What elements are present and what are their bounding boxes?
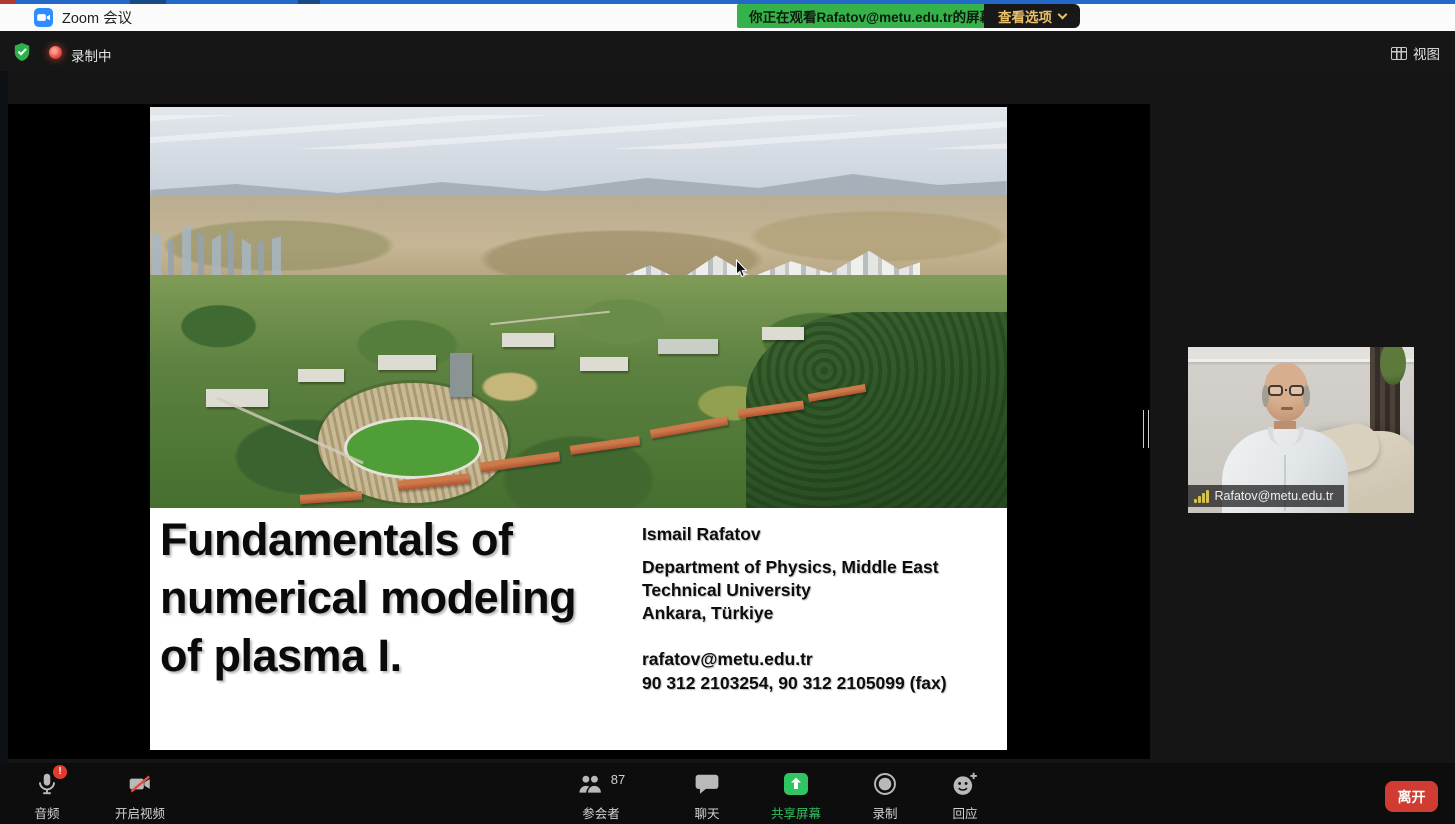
view-options-button[interactable]: 查看选项 bbox=[984, 4, 1080, 28]
share-screen-button[interactable]: 共享屏幕 bbox=[771, 769, 821, 822]
left-edge-strip bbox=[0, 71, 8, 763]
record-button[interactable]: 录制 bbox=[872, 769, 898, 822]
participants-icon bbox=[577, 772, 607, 796]
photo-building bbox=[762, 327, 804, 340]
meeting-menu-bar bbox=[0, 31, 1455, 71]
panel-resize-handle[interactable] bbox=[1143, 410, 1149, 448]
recording-indicator-icon[interactable] bbox=[49, 46, 62, 59]
glasses-lens bbox=[1268, 385, 1283, 396]
leave-meeting-button[interactable]: 离开 bbox=[1385, 781, 1438, 812]
glasses-bridge bbox=[1285, 389, 1287, 391]
watching-banner-text: 你正在观看Rafatov@metu.edu.tr的屏幕 bbox=[749, 6, 993, 26]
chat-bubble-icon bbox=[694, 772, 720, 796]
record-icon bbox=[872, 771, 898, 797]
slide-title-line: of plasma I. bbox=[160, 627, 630, 685]
zoom-meeting-window: Zoom 会议 你正在观看Rafatov@metu.edu.tr的屏幕 查看选项… bbox=[0, 0, 1455, 824]
chat-button[interactable]: 聊天 bbox=[694, 769, 720, 822]
photo-tower-building bbox=[450, 353, 472, 397]
webcam-shirt-collar bbox=[1268, 427, 1304, 445]
participant-name-label: Rafatov@metu.edu.tr bbox=[1188, 485, 1344, 507]
reactions-button[interactable]: 回应 bbox=[951, 769, 979, 822]
meeting-toolbar: ! 音频 开启视频 87 bbox=[0, 763, 1455, 824]
grid-view-icon bbox=[1391, 47, 1407, 60]
affiliation-line: Ankara, Türkiye bbox=[642, 602, 1002, 625]
photo-building bbox=[502, 333, 554, 347]
participant-name: Rafatov@metu.edu.tr bbox=[1215, 489, 1334, 503]
slide-title-line: numerical modeling bbox=[160, 569, 630, 627]
slide-author-block: Ismail Rafatov Department of Physics, Mi… bbox=[642, 523, 1002, 695]
participants-count: 87 bbox=[611, 772, 625, 787]
photo-building bbox=[580, 357, 628, 371]
affiliation-line: Department of Physics, Middle East bbox=[642, 556, 1002, 579]
webcam-person-glasses bbox=[1268, 385, 1304, 397]
meeting-content-area: Fundamentals of numerical modeling of pl… bbox=[0, 71, 1455, 763]
security-shield-icon[interactable] bbox=[13, 42, 31, 62]
audio-button[interactable]: ! 音频 bbox=[34, 769, 60, 822]
webcam-person-mouth bbox=[1281, 407, 1293, 410]
share-screen-icon bbox=[783, 772, 809, 796]
view-options-label: 查看选项 bbox=[998, 6, 1052, 26]
chat-label: 聊天 bbox=[694, 803, 719, 822]
start-video-button[interactable]: 开启视频 bbox=[115, 769, 165, 822]
record-label: 录制 bbox=[872, 803, 897, 822]
author-phone: 90 312 2103254, 90 312 2105099 (fax) bbox=[642, 671, 1002, 695]
participants-button[interactable]: 87 参会者 bbox=[577, 769, 625, 822]
reactions-label: 回应 bbox=[952, 803, 977, 822]
share-screen-label: 共享屏幕 bbox=[771, 803, 821, 822]
chevron-down-icon bbox=[1058, 10, 1068, 20]
glasses-lens bbox=[1289, 385, 1304, 396]
audio-label: 音频 bbox=[34, 803, 59, 822]
photo-building bbox=[658, 339, 718, 354]
view-layout-button[interactable]: 视图 bbox=[1391, 43, 1440, 63]
mouse-cursor bbox=[735, 259, 748, 279]
watching-banner: 你正在观看Rafatov@metu.edu.tr的屏幕 bbox=[737, 4, 1005, 28]
photo-building bbox=[378, 355, 436, 370]
photo-stadium-field bbox=[344, 417, 482, 479]
start-video-label: 开启视频 bbox=[115, 803, 165, 822]
recording-status-label: 录制中 bbox=[71, 45, 112, 65]
participant-video-tile[interactable]: Rafatov@metu.edu.tr bbox=[1188, 347, 1414, 513]
window-title: Zoom 会议 bbox=[62, 7, 132, 28]
zoom-app-icon bbox=[34, 8, 53, 27]
audio-alert-badge: ! bbox=[53, 765, 67, 779]
author-email: rafatov@metu.edu.tr bbox=[642, 647, 1002, 671]
reactions-smiley-icon bbox=[951, 771, 979, 797]
webcam-plant bbox=[1380, 347, 1406, 385]
affiliation-line: Technical University bbox=[642, 579, 1002, 602]
slide-title-line: Fundamentals of bbox=[160, 511, 630, 569]
photo-clouds bbox=[150, 115, 1007, 149]
presentation-slide: Fundamentals of numerical modeling of pl… bbox=[150, 107, 1007, 750]
view-layout-label: 视图 bbox=[1413, 43, 1440, 63]
participants-label: 参会者 bbox=[582, 803, 620, 822]
photo-building bbox=[298, 369, 344, 382]
shared-screen-viewport: Fundamentals of numerical modeling of pl… bbox=[8, 104, 1150, 759]
author-name: Ismail Rafatov bbox=[642, 523, 1002, 546]
network-signal-icon bbox=[1194, 490, 1209, 503]
campus-aerial-photo bbox=[150, 107, 1007, 508]
webcam-person-hair bbox=[1303, 385, 1310, 407]
window-title-bar: Zoom 会议 bbox=[0, 4, 1455, 31]
camera-off-icon bbox=[125, 771, 155, 797]
author-affiliation: Department of Physics, Middle East Techn… bbox=[642, 556, 1002, 625]
slide-title: Fundamentals of numerical modeling of pl… bbox=[160, 511, 630, 685]
webcam-person-head bbox=[1264, 363, 1308, 421]
